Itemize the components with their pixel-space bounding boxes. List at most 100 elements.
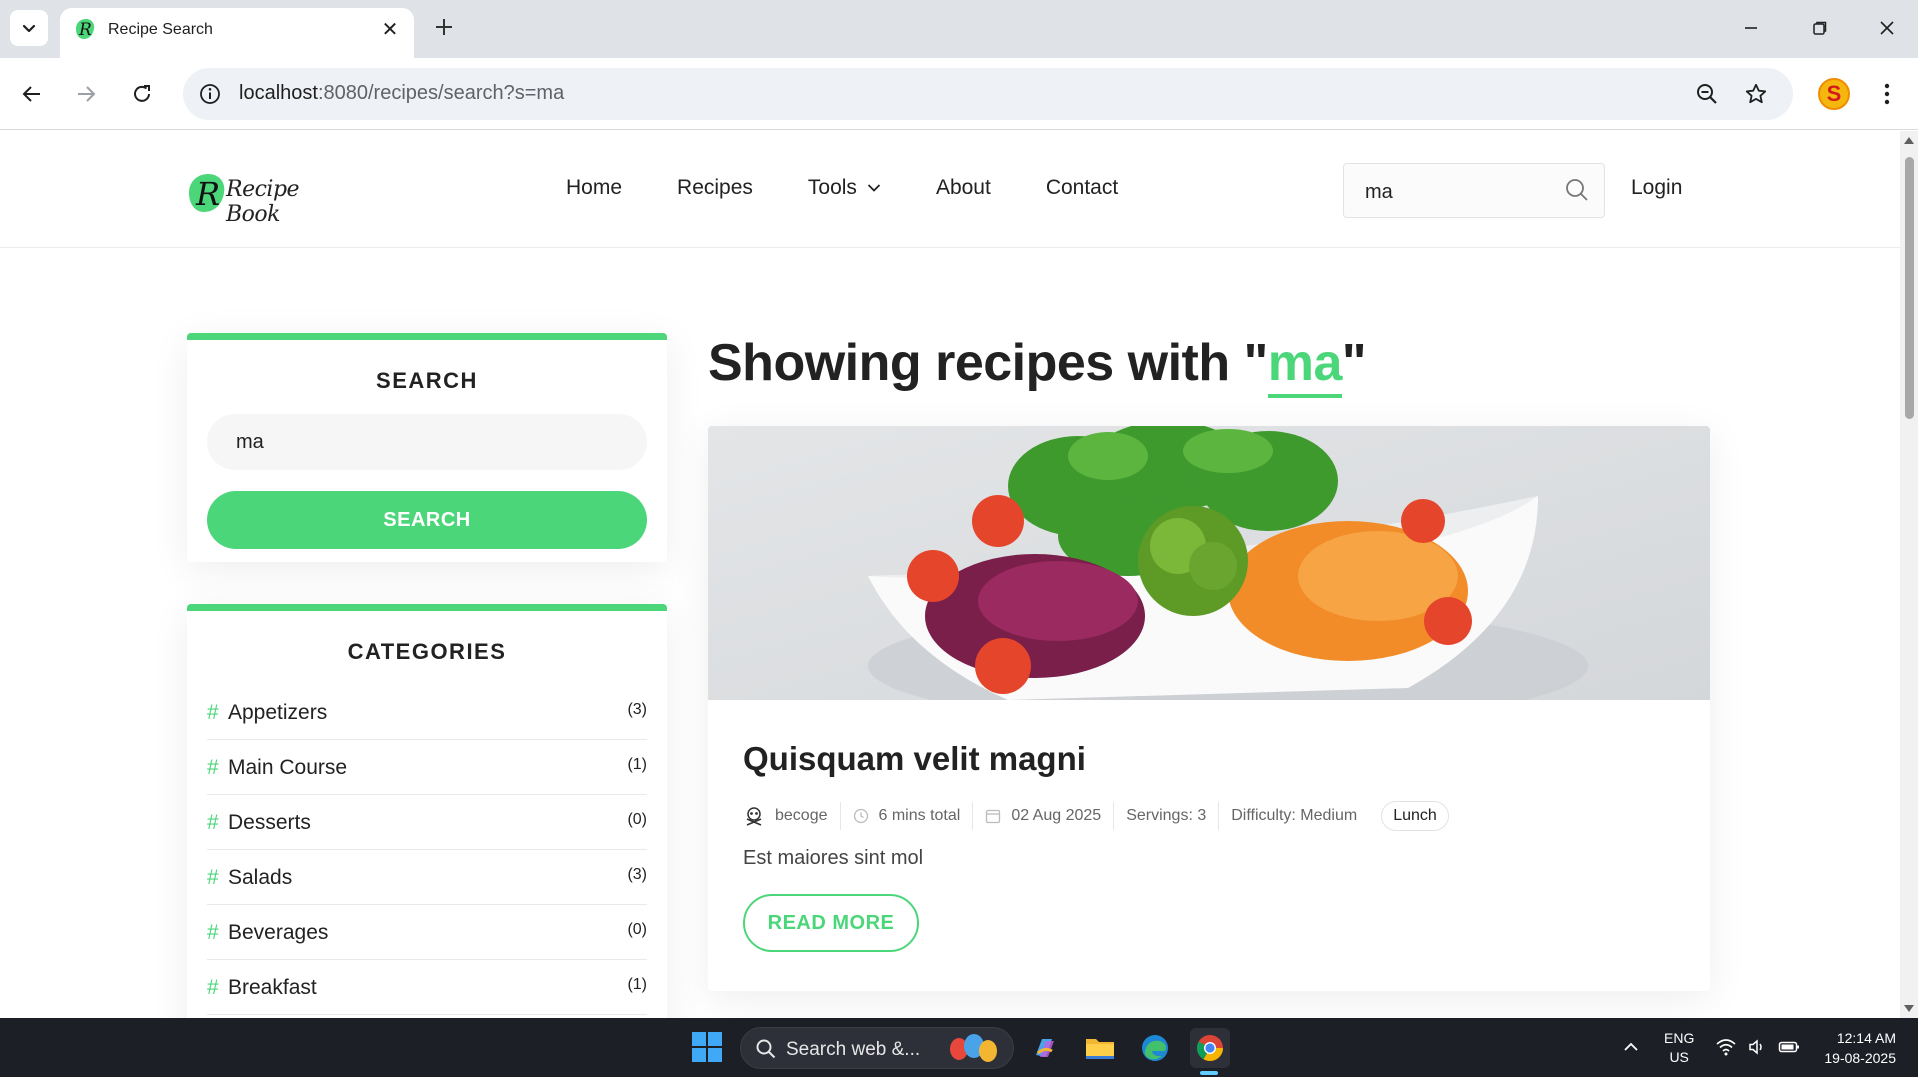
category-name: Beverages bbox=[228, 921, 329, 944]
scroll-down-icon[interactable] bbox=[1904, 1005, 1914, 1012]
svg-text:R: R bbox=[195, 175, 220, 213]
site-info-icon[interactable] bbox=[197, 81, 223, 107]
sidebar-search-button[interactable]: SEARCH bbox=[207, 491, 647, 549]
zoom-button[interactable] bbox=[1693, 80, 1721, 108]
servings-text: Servings: 3 bbox=[1126, 807, 1207, 824]
language-indicator[interactable]: ENG US bbox=[1664, 1029, 1694, 1067]
recipe-salad-image[interactable] bbox=[708, 426, 1710, 700]
tab-list-button[interactable] bbox=[10, 10, 48, 46]
clock-date: 19-08-2025 bbox=[1824, 1050, 1896, 1066]
taskbar-search[interactable]: Search web &... bbox=[740, 1027, 1014, 1069]
browser-tab-active[interactable]: R Recipe Search ✕ bbox=[60, 8, 414, 58]
system-tray[interactable] bbox=[1716, 1038, 1800, 1056]
scroll-thumb[interactable] bbox=[1905, 157, 1914, 419]
nav-recipes[interactable]: Recipes bbox=[677, 176, 753, 200]
recipe-tag[interactable]: Lunch bbox=[1381, 801, 1449, 831]
sidebar-search-input[interactable]: ma bbox=[207, 414, 647, 470]
copilot-icon bbox=[1036, 1039, 1054, 1057]
nav-about[interactable]: About bbox=[936, 176, 991, 200]
date-text: 02 Aug 2025 bbox=[1011, 807, 1102, 824]
url-text: localhost:8080/recipes/search?s=ma bbox=[239, 82, 564, 105]
hash-icon: # bbox=[207, 756, 219, 779]
main-nav: Home Recipes Tools About Contact bbox=[566, 176, 1173, 200]
taskbar-file-explorer[interactable] bbox=[1080, 1028, 1120, 1068]
recipe-author[interactable]: becoge bbox=[743, 802, 841, 830]
browser-menu-button[interactable] bbox=[1872, 78, 1902, 110]
read-more-button[interactable]: READ MORE bbox=[743, 894, 919, 952]
category-item-salads[interactable]: # Salads (3) bbox=[207, 850, 647, 905]
category-count: (1) bbox=[627, 976, 647, 993]
category-item-desserts[interactable]: # Desserts (0) bbox=[207, 795, 647, 850]
header-search-input[interactable]: ma bbox=[1343, 163, 1605, 218]
recipe-card: Quisquam velit magni becoge 6 mins total… bbox=[708, 426, 1710, 991]
search-icon bbox=[756, 1039, 776, 1059]
system-clock[interactable]: 12:14 AM 19-08-2025 bbox=[1812, 1028, 1896, 1068]
nav-contact[interactable]: Contact bbox=[1046, 176, 1118, 200]
heading-suffix: " bbox=[1341, 334, 1367, 392]
minimize-button[interactable] bbox=[1731, 10, 1771, 46]
address-bar[interactable]: localhost:8080/recipes/search?s=ma bbox=[183, 68, 1793, 120]
clock-icon bbox=[853, 808, 868, 824]
recipe-difficulty: Difficulty: Medium bbox=[1219, 802, 1369, 830]
forward-button[interactable] bbox=[66, 74, 106, 114]
taskbar-search-placeholder: Search web &... bbox=[786, 1039, 921, 1060]
search-term-highlight: ma bbox=[1267, 334, 1342, 398]
recipe-book-favicon-icon: R bbox=[76, 19, 95, 40]
category-count: (0) bbox=[627, 921, 647, 938]
restore-icon bbox=[1813, 21, 1827, 35]
arrow-left-icon bbox=[22, 86, 40, 102]
hash-icon: # bbox=[207, 811, 219, 834]
category-name: Breakfast bbox=[228, 976, 317, 999]
login-link[interactable]: Login bbox=[1631, 176, 1682, 200]
header-search-value: ma bbox=[1365, 181, 1393, 203]
scroll-up-icon[interactable] bbox=[1904, 137, 1914, 144]
svg-text:R: R bbox=[78, 20, 92, 40]
avatar-icon bbox=[746, 807, 762, 826]
tab-title: Recipe Search bbox=[108, 21, 213, 38]
chevron-up-icon[interactable] bbox=[1622, 1038, 1640, 1056]
folder-icon bbox=[1086, 1039, 1114, 1059]
close-window-button[interactable] bbox=[1867, 10, 1907, 46]
profile-avatar[interactable]: S bbox=[1818, 78, 1850, 110]
more-vertical-icon bbox=[1884, 83, 1890, 105]
close-icon bbox=[1880, 21, 1894, 35]
star-icon bbox=[1745, 83, 1767, 104]
category-count: (3) bbox=[627, 866, 647, 883]
logo-text: Recipe Book bbox=[226, 177, 300, 227]
nav-home[interactable]: Home bbox=[566, 176, 622, 200]
active-app-indicator bbox=[1200, 1071, 1218, 1075]
tab-close-icon[interactable]: ✕ bbox=[376, 15, 404, 43]
nav-tools[interactable]: Tools bbox=[808, 176, 881, 200]
browser-toolbar: localhost:8080/recipes/search?s=ma S bbox=[0, 58, 1918, 130]
search-icon[interactable] bbox=[1564, 177, 1590, 203]
page-scrollbar[interactable] bbox=[1900, 131, 1918, 1018]
taskbar-copilot[interactable] bbox=[1025, 1028, 1065, 1068]
chevron-down-icon bbox=[867, 184, 881, 193]
language-region: US bbox=[1669, 1049, 1689, 1065]
bookmark-button[interactable] bbox=[1742, 80, 1770, 108]
category-item-beverages[interactable]: # Beverages (0) bbox=[207, 905, 647, 960]
restore-button[interactable] bbox=[1800, 10, 1840, 46]
plus-icon bbox=[436, 19, 452, 35]
start-button[interactable] bbox=[692, 1032, 724, 1064]
chrome-icon bbox=[1196, 1035, 1224, 1062]
heading-prefix: Showing recipes with " bbox=[708, 334, 1268, 392]
recipe-title[interactable]: Quisquam velit magni bbox=[743, 740, 1086, 778]
edge-icon bbox=[1142, 1035, 1168, 1061]
minimize-icon bbox=[1745, 27, 1757, 29]
category-item-breakfast[interactable]: # Breakfast (1) bbox=[207, 960, 647, 1015]
profile-initial: S bbox=[1826, 81, 1842, 106]
taskbar-chrome[interactable] bbox=[1190, 1028, 1230, 1068]
category-name: Desserts bbox=[228, 811, 311, 834]
site-logo[interactable]: R Recipe Book bbox=[186, 167, 336, 227]
category-item-appetizers[interactable]: # Appetizers (3) bbox=[207, 685, 647, 740]
category-count: (1) bbox=[627, 756, 647, 773]
back-button[interactable] bbox=[12, 74, 52, 114]
taskbar-edge[interactable] bbox=[1135, 1028, 1175, 1068]
windows-logo-icon bbox=[692, 1032, 706, 1046]
new-tab-button[interactable] bbox=[428, 11, 460, 43]
categories-widget: CATEGORIES # Appetizers (3) # Main Cours… bbox=[187, 604, 667, 1018]
category-item-main-course[interactable]: # Main Course (1) bbox=[207, 740, 647, 795]
reload-button[interactable] bbox=[122, 74, 162, 114]
recipe-servings: Servings: 3 bbox=[1114, 802, 1220, 830]
